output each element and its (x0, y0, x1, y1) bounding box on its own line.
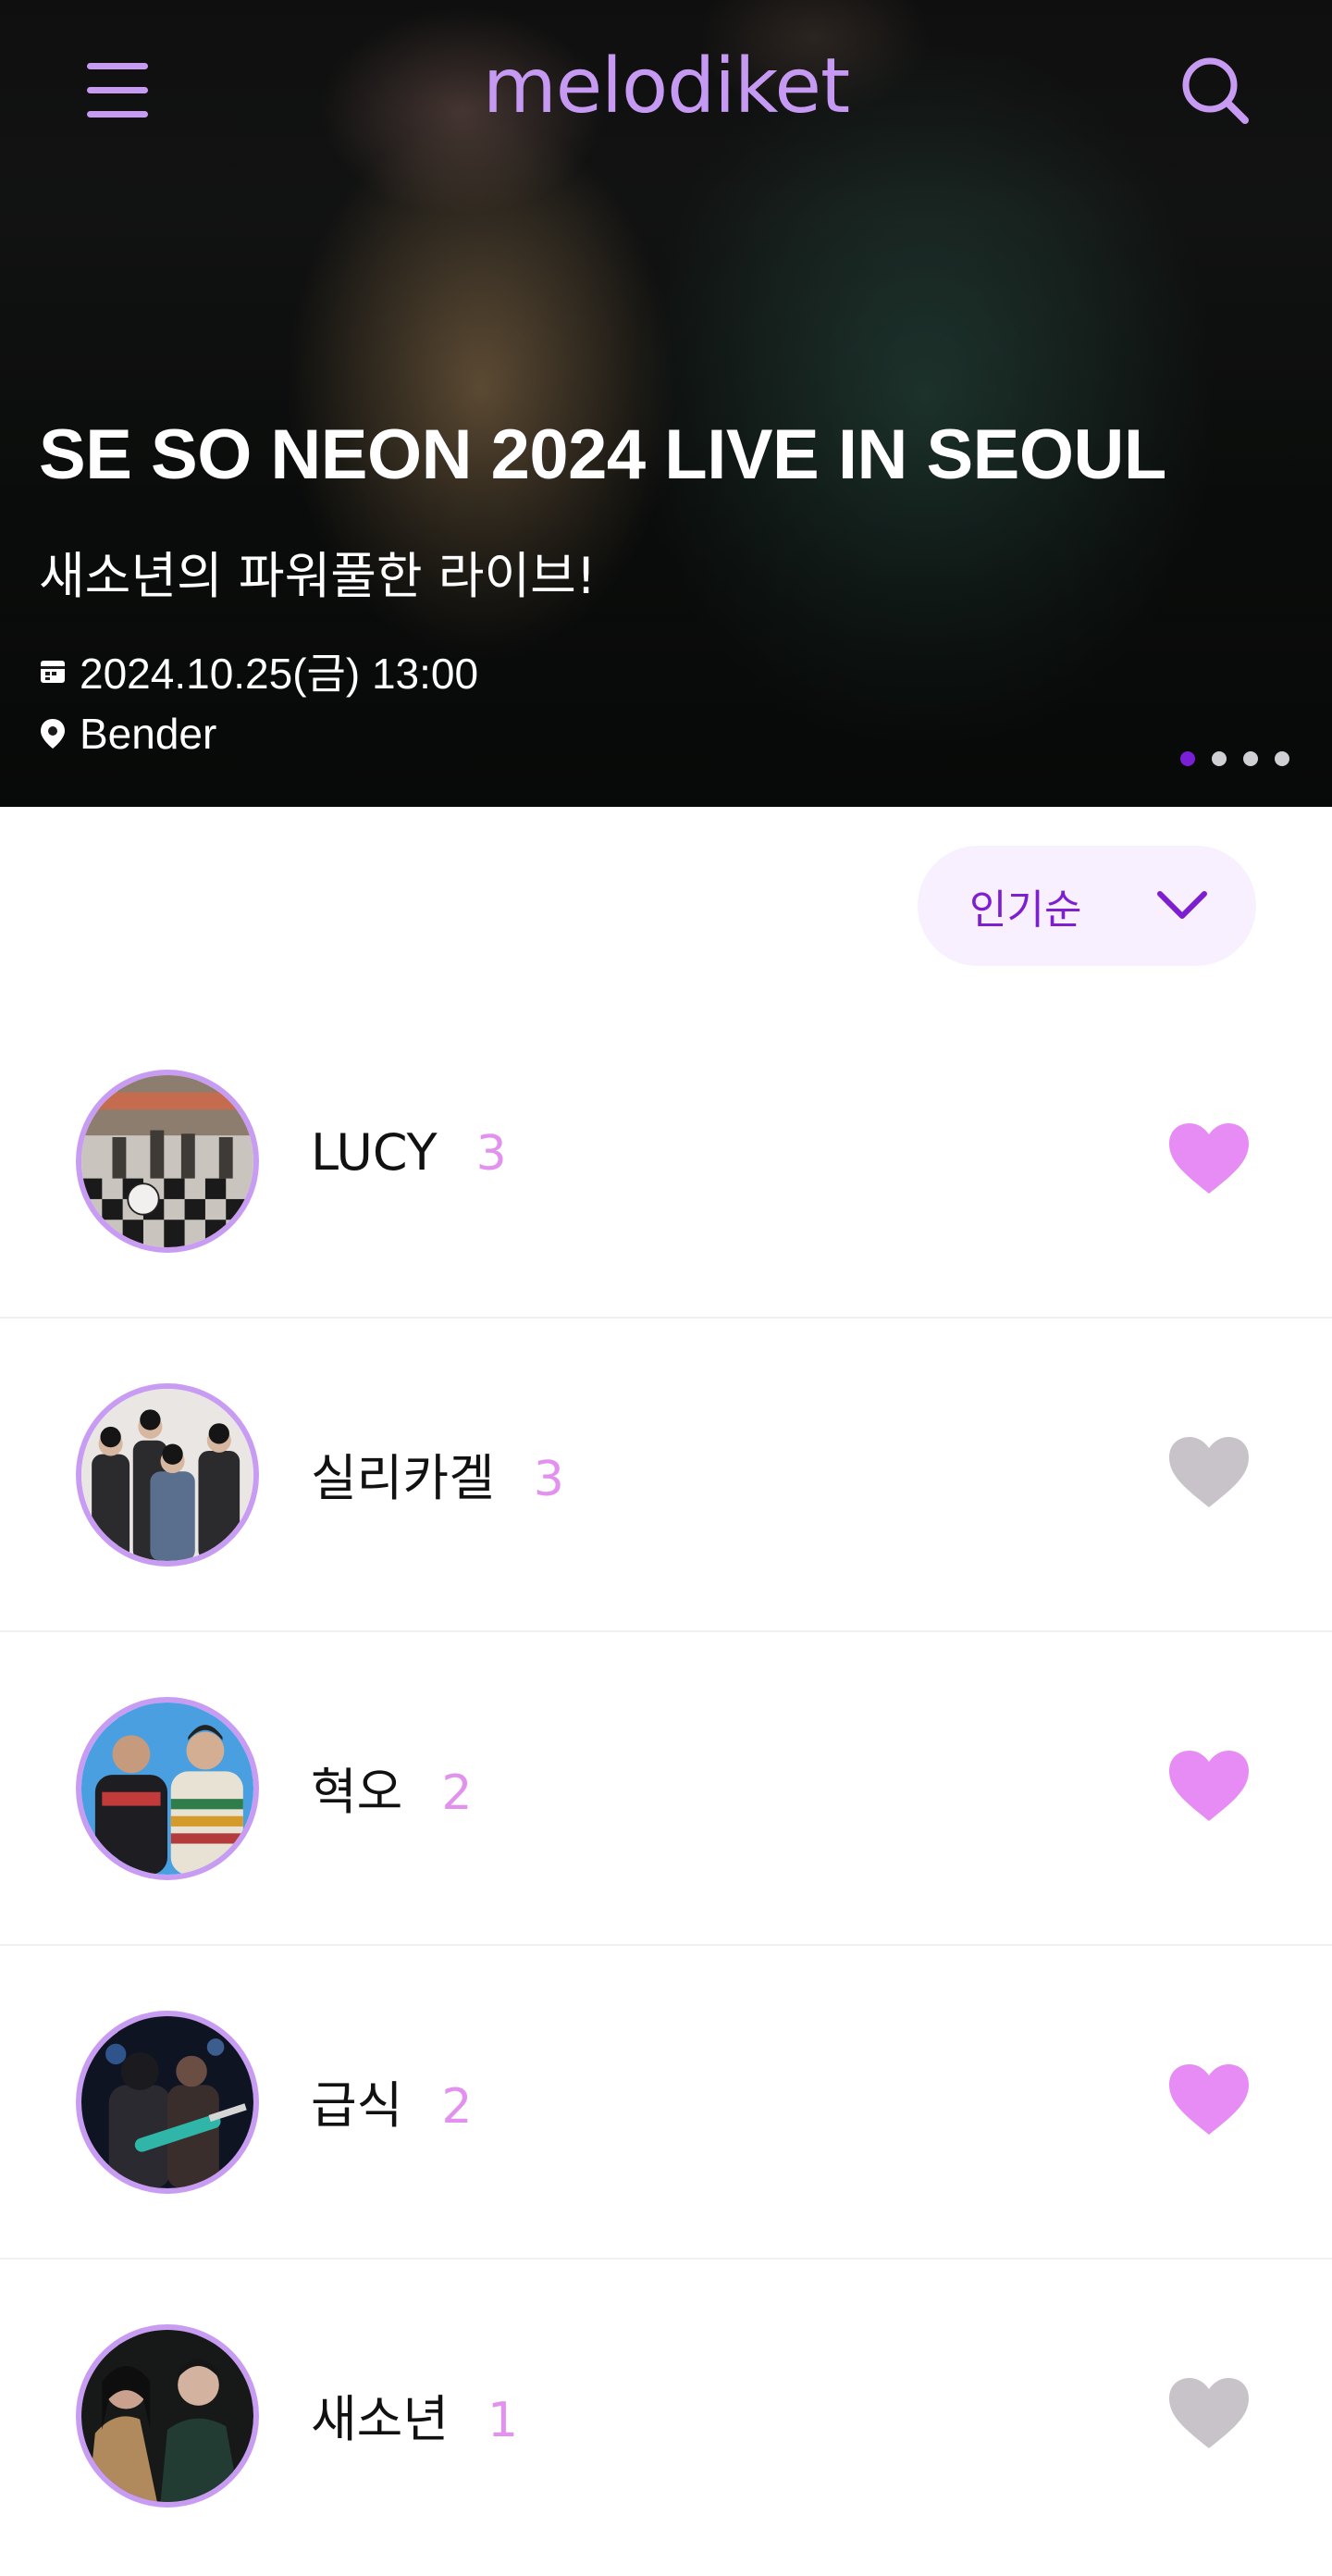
artist-name: 급식 (311, 2076, 403, 2135)
artist-concert-count: 2 (441, 1765, 473, 1821)
app-logo[interactable]: melodiket (0, 43, 1332, 130)
artist-name-group: 새소년 1 (311, 2378, 518, 2451)
artist-name-group: LUCY 3 (311, 1123, 507, 1182)
sort-selected-label: 인기순 (969, 886, 1082, 934)
artist-name: LUCY (311, 1123, 438, 1182)
carousel-dot[interactable] (1212, 751, 1227, 766)
sort-dropdown[interactable]: 인기순 (918, 846, 1256, 966)
concert-date-text: 2024.10.25(금) 13:00 (80, 650, 479, 698)
concert-venue: Bender (39, 709, 216, 759)
artist-row[interactable]: 급식 2 (0, 1946, 1332, 2260)
artist-row[interactable]: 실리카겔 3 (0, 1319, 1332, 1632)
carousel-indicator (1180, 751, 1289, 766)
artist-name: 실리카겔 (311, 1449, 495, 1507)
artist-concert-count: 3 (475, 1126, 507, 1182)
carousel-dot[interactable] (1275, 751, 1289, 766)
artist-avatar (76, 2011, 259, 2194)
concert-title: SE SO NEON 2024 LIVE IN SEOUL (39, 415, 1166, 494)
heart-icon[interactable] (1167, 1121, 1251, 1195)
artist-name-group: 급식 2 (311, 2064, 472, 2137)
search-icon[interactable] (1178, 54, 1252, 128)
chevron-down-icon (1157, 891, 1207, 919)
heart-icon[interactable] (1167, 2376, 1251, 2450)
heart-icon[interactable] (1167, 1435, 1251, 1509)
artist-concert-count: 1 (487, 2393, 519, 2448)
artist-list: LUCY 3 실리카겔 3 혁오 2 급식 2 새소년 1 (0, 1005, 1332, 2573)
concert-date: 2024.10.25(금) 13:00 (39, 640, 478, 701)
hero-banner[interactable]: melodiket SE SO NEON 2024 LIVE IN SEOUL … (0, 0, 1332, 807)
artist-concert-count: 3 (533, 1452, 564, 1507)
artist-name: 새소년 (311, 2390, 450, 2448)
heart-icon[interactable] (1167, 1749, 1251, 1823)
artist-concert-count: 2 (441, 2079, 473, 2135)
concert-venue-text: Bender (80, 710, 217, 758)
location-pin-icon (41, 719, 65, 749)
calendar-icon (41, 661, 65, 683)
artist-name-group: 실리카겔 3 (311, 1437, 564, 1510)
heart-icon[interactable] (1167, 2062, 1251, 2136)
artist-row[interactable]: 혁오 2 (0, 1632, 1332, 1946)
carousel-dot[interactable] (1243, 751, 1258, 766)
artist-avatar (76, 2324, 259, 2508)
artist-avatar (76, 1070, 259, 1253)
artist-avatar (76, 1383, 259, 1567)
artist-avatar (76, 1697, 259, 1880)
carousel-dot[interactable] (1180, 751, 1195, 766)
artist-row[interactable]: 새소년 1 (0, 2260, 1332, 2573)
artist-row[interactable]: LUCY 3 (0, 1005, 1332, 1319)
artist-name: 혁오 (311, 1763, 403, 1821)
concert-subtitle: 새소년의 파워풀한 라이브! (39, 547, 597, 605)
artist-name-group: 혁오 2 (311, 1751, 472, 1824)
